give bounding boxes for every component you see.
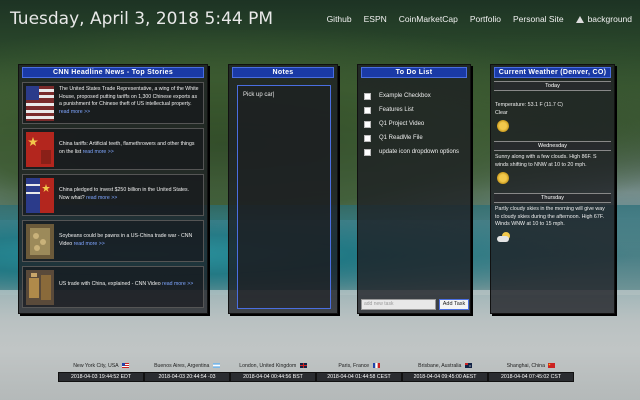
china-flag-icon <box>548 363 556 369</box>
todo-item-label: Example Checkbox <box>379 93 431 99</box>
clock-time: 2018-04-04 09:45:00 AEST <box>402 372 488 382</box>
world-clocks: New York City, USA 2018-04-03 19:44:52 E… <box>58 362 578 388</box>
us-flag-icon <box>26 86 54 121</box>
read-more-link[interactable]: read more >> <box>74 241 105 247</box>
todo-item-label: update icon dropdown options <box>379 149 460 155</box>
weather-temperature: Temperature: 53.1 F (11.7 C) <box>495 102 563 108</box>
todo-panel: To Do List Example Checkbox Features Lis… <box>357 64 471 314</box>
news-item-text: China pledged to invest $250 billion in … <box>59 187 190 201</box>
clock-time: 2018-04-04 01:44:58 CEST <box>316 372 402 382</box>
partly-cloudy-icon <box>497 231 511 244</box>
weather-day-label: Today <box>494 81 611 91</box>
us-china-flags-icon <box>26 178 54 213</box>
clock-city: Buenos Aires, Argentina <box>144 362 230 371</box>
world-clock: Brisbane, Australia 2018-04-04 09:45:00 … <box>402 362 488 382</box>
nav-link-github[interactable]: Github <box>327 14 352 24</box>
new-task-input[interactable]: add new task <box>361 299 436 310</box>
news-item[interactable]: The United States Trade Representative, … <box>22 82 204 124</box>
world-clock: London, United Kingdom 2018-04-04 00:44:… <box>230 362 316 382</box>
weather-condition: Clear <box>495 109 508 116</box>
clock-time: 2018-04-04 07:45:02 CST <box>488 372 574 382</box>
weather-panel: Current Weather (Denver, CO) Today Tempe… <box>490 64 615 314</box>
read-more-link[interactable]: read more >> <box>83 149 114 155</box>
china-flag-icon <box>26 132 54 167</box>
france-flag-icon <box>372 363 380 369</box>
weather-day-label: Thursday <box>494 193 611 203</box>
world-clock: Buenos Aires, Argentina 2018-04-03 20:44… <box>144 362 230 382</box>
todo-checkbox[interactable] <box>364 148 371 156</box>
news-item[interactable]: Soybeans could be pawns in a US-China tr… <box>22 220 204 262</box>
news-item[interactable]: China tariffs: Artificial teeth, flameth… <box>22 128 204 170</box>
weather-day-body: Sunny along with a few clouds. High 86F.… <box>491 151 614 190</box>
clock-time: 2018-04-03 19:44:52 EDT <box>58 372 144 382</box>
triangle-up-icon <box>575 15 584 23</box>
weather-forecast: Partly cloudy skies in the morning will … <box>495 206 605 227</box>
todo-item: update icon dropdown options <box>364 145 466 159</box>
clock-time: 2018-04-04 00:44:56 BST <box>230 372 316 382</box>
news-item[interactable]: China pledged to invest $250 billion in … <box>22 174 204 216</box>
add-task-button[interactable]: Add Task <box>439 299 469 310</box>
todo-checkbox[interactable] <box>364 120 371 128</box>
todo-item-label: Features List <box>379 107 414 113</box>
nav-links: Github ESPN CoinMarketCap Portfolio Pers… <box>327 14 632 24</box>
background-toggle[interactable]: background <box>575 14 632 24</box>
australia-flag-icon <box>464 363 472 369</box>
trade-photo <box>26 270 54 305</box>
todo-item: Example Checkbox <box>364 89 466 103</box>
world-clock: Paris, France 2018-04-04 01:44:58 CEST <box>316 362 402 382</box>
news-panel: CNN Headline News - Top Stories The Unit… <box>18 64 208 314</box>
todo-checkbox[interactable] <box>364 134 371 142</box>
nav-link-portfolio[interactable]: Portfolio <box>470 14 501 24</box>
weather-day-body: Temperature: 53.1 F (11.7 C) Clear <box>491 91 614 138</box>
sun-icon <box>497 120 509 132</box>
argentina-flag-icon <box>212 363 220 369</box>
news-item[interactable]: US trade with China, explained - CNN Vid… <box>22 266 204 308</box>
news-item-text: The United States Trade Representative, … <box>59 86 199 115</box>
world-clock: New York City, USA 2018-04-03 19:44:52 E… <box>58 362 144 382</box>
sun-icon <box>497 172 509 184</box>
add-task-row: add new task Add Task <box>361 299 469 310</box>
todo-item: Q1 ReadMe File <box>364 131 466 145</box>
weather-panel-title: Current Weather (Denver, CO) <box>494 67 611 78</box>
background-toggle-label: background <box>587 14 632 24</box>
weather-forecast: Sunny along with a few clouds. High 86F.… <box>495 154 597 168</box>
todo-list: Example Checkbox Features List Q1 Projec… <box>364 89 466 159</box>
news-panel-title: CNN Headline News - Top Stories <box>22 67 204 78</box>
read-more-link[interactable]: read more >> <box>162 281 193 287</box>
notes-textarea[interactable]: Pick up car| <box>237 85 331 309</box>
todo-panel-title: To Do List <box>361 67 467 78</box>
todo-checkbox[interactable] <box>364 92 371 100</box>
weather-day-label: Wednesday <box>494 141 611 151</box>
todo-checkbox[interactable] <box>364 106 371 114</box>
news-item-text: US trade with China, explained - CNN Vid… <box>59 281 194 287</box>
notes-panel: Notes Pick up car| <box>228 64 338 314</box>
clock-city: London, United Kingdom <box>230 362 316 371</box>
clock-city: Brisbane, Australia <box>402 362 488 371</box>
clock-city: Shanghai, China <box>488 362 574 371</box>
read-more-link[interactable]: read more >> <box>59 109 90 115</box>
todo-item-label: Q1 ReadMe File <box>379 135 423 141</box>
clock-time: 2018-04-03 20:44:54 -03 <box>144 372 230 382</box>
clock-city: New York City, USA <box>58 362 144 371</box>
todo-item-label: Q1 Project Video <box>379 121 425 127</box>
todo-item: Q1 Project Video <box>364 117 466 131</box>
todo-item: Features List <box>364 103 466 117</box>
nav-link-personal-site[interactable]: Personal Site <box>513 14 564 24</box>
read-more-link[interactable]: read more >> <box>86 195 117 201</box>
top-bar: Tuesday, April 3, 2018 5:44 PM Github ES… <box>0 0 640 38</box>
notes-panel-title: Notes <box>232 67 334 78</box>
us-flag-icon <box>121 363 129 369</box>
clock-city: Paris, France <box>316 362 402 371</box>
weather-day-body: Partly cloudy skies in the morning will … <box>491 203 614 247</box>
news-item-text: China tariffs: Artificial teeth, flameth… <box>59 141 195 155</box>
world-clock: Shanghai, China 2018-04-04 07:45:02 CST <box>488 362 574 382</box>
nav-link-espn[interactable]: ESPN <box>364 14 387 24</box>
nav-link-coinmarketcap[interactable]: CoinMarketCap <box>399 14 458 24</box>
current-datetime: Tuesday, April 3, 2018 5:44 PM <box>10 9 274 29</box>
news-item-text: Soybeans could be pawns in a US-China tr… <box>59 233 193 247</box>
uk-flag-icon <box>299 363 307 369</box>
soybeans-photo <box>26 224 54 259</box>
